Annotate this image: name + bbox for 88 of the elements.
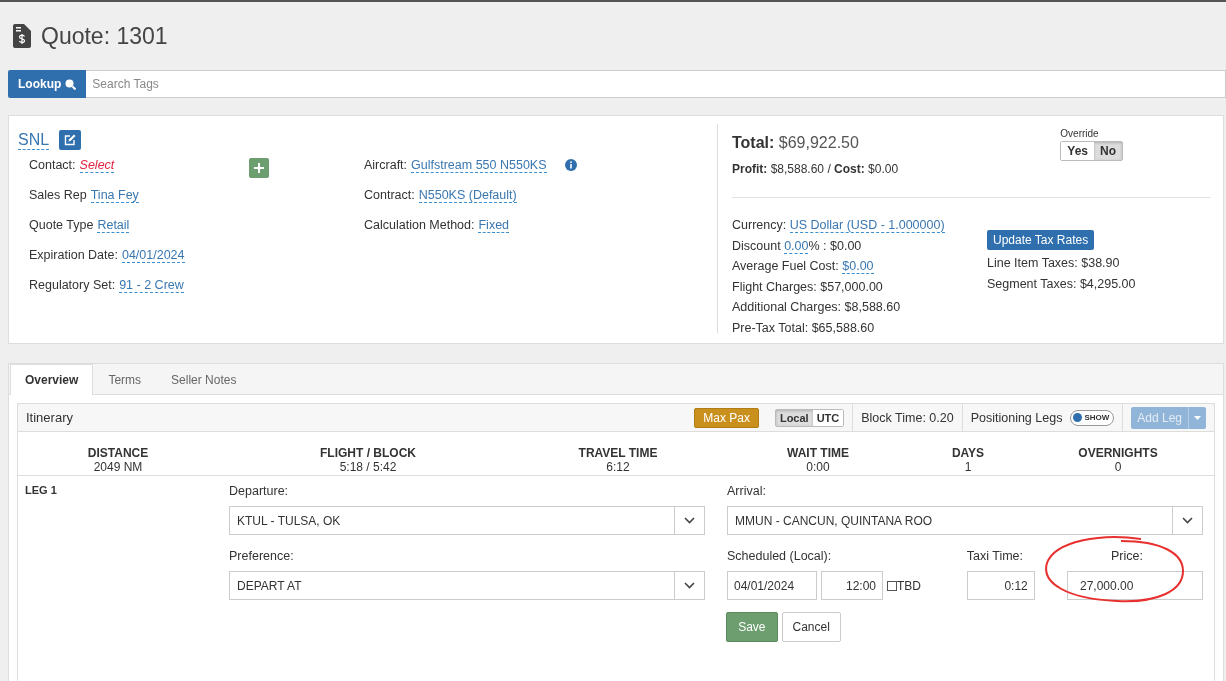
positioning-legs-toggle[interactable]: SHOW <box>1070 409 1115 426</box>
charge-label: Discount <box>732 238 782 253</box>
save-button[interactable]: Save <box>726 612 778 642</box>
info-icon[interactable] <box>564 159 577 171</box>
charge-label: Currency: <box>732 218 788 232</box>
field-value-link[interactable]: Gulfstream 550 N550KS <box>411 158 547 173</box>
price-input[interactable]: 27,000.00 <box>1067 571 1203 600</box>
field-label: Preference: <box>229 549 295 563</box>
stat-label: WAIT TIME <box>787 446 849 460</box>
stat-value: 1 <box>964 460 972 474</box>
charge-label: Average Fuel Cost: <box>732 259 840 273</box>
field-label: Contract: <box>364 188 415 202</box>
field-label: Arrival: <box>727 484 767 498</box>
stat-value: 5:18 / 5:42 <box>339 460 397 474</box>
override-label: Override <box>1060 128 1099 139</box>
tbd-checkbox[interactable] <box>887 580 897 591</box>
date-input[interactable]: 04/01/2024 <box>727 571 817 600</box>
field-label: Departure: <box>229 484 290 498</box>
lookup-button[interactable]: Lookup <box>8 70 87 98</box>
tab[interactable]: Seller Notes <box>156 364 252 395</box>
tax-line: Segment Taxes: $4,295.00 <box>987 276 1136 293</box>
field-label: Quote Type <box>29 218 94 232</box>
field-label: Contact: <box>29 158 76 172</box>
edit-icon <box>64 134 77 146</box>
stat-value: 0:00 <box>806 460 830 474</box>
field-label: Expiration Date: <box>29 248 118 262</box>
stat-label: OVERNIGHTS <box>1078 446 1158 460</box>
block-time-text: Block Time: 0.20 <box>861 410 954 425</box>
field-value-link[interactable]: 91 - 2 Crew <box>119 278 184 293</box>
chevron-down-icon <box>684 582 695 589</box>
client-name-link[interactable]: SNL <box>18 130 50 150</box>
field-value-link[interactable]: 04/01/2024 <box>121 248 185 263</box>
stat-label: DAYS <box>951 446 985 460</box>
field-value-link[interactable]: Fixed <box>478 218 510 233</box>
charge-line: Flight Charges: $57,000.00 <box>732 279 884 296</box>
time-mode-option[interactable]: Local <box>775 409 813 426</box>
taxi-time-input[interactable]: 0:12 <box>966 571 1035 600</box>
departure-select[interactable]: KTUL - TULSA, OK <box>229 506 705 535</box>
stat-value: 2049 NM <box>93 460 143 474</box>
field-label: Aircraft: <box>364 158 408 172</box>
field-label: Price: <box>1110 549 1144 563</box>
charge-value-link[interactable]: 0.00 <box>784 238 809 254</box>
tbd-label: TBD <box>897 578 921 593</box>
caret-icon <box>1194 415 1201 420</box>
field-value-link[interactable]: Tina Fey <box>90 188 139 203</box>
charge-value-link[interactable]: US Dollar (USD - 1.000000) <box>789 218 945 233</box>
search-icon <box>65 78 77 90</box>
update-tax-rates-button[interactable]: Update Tax Rates <box>987 230 1095 250</box>
stat-label: TRAVEL TIME <box>578 446 658 460</box>
field-value-link[interactable]: Select <box>79 158 115 173</box>
add-button[interactable] <box>249 158 269 178</box>
max-pax-button[interactable]: Max Pax <box>694 407 759 428</box>
field-label: Calculation Method: <box>364 218 475 232</box>
plus-icon <box>254 163 264 173</box>
stat-value: 0 <box>1114 460 1122 474</box>
field-value-link[interactable]: Retail <box>97 218 130 233</box>
search-field[interactable]: Search Tags <box>86 70 1226 98</box>
profit-cost-text: Profit: $8,588.60 / Cost: $0.00 <box>732 162 899 176</box>
document-dollar-icon <box>13 24 31 48</box>
total-amount: Total: $69,922.50 <box>732 134 860 152</box>
tax-line: Line Item Taxes: $38.90 <box>987 256 1121 272</box>
time-input[interactable]: 12:00 <box>821 571 883 600</box>
chevron-down-icon <box>1182 517 1193 524</box>
field-label: Scheduled (Local): <box>727 549 833 563</box>
override-option[interactable]: No <box>1094 142 1122 160</box>
edit-button[interactable] <box>59 130 82 150</box>
charge-value-link[interactable]: $0.00 <box>842 259 874 274</box>
itinerary-title: Itinerary <box>26 410 74 425</box>
charge-line: Additional Charges: $8,588.60 <box>732 300 902 316</box>
charge-line: Pre-Tax Total: $65,588.60 <box>732 320 876 337</box>
arrival-select[interactable]: MMUN - CANCUN, QUINTANA ROO <box>727 506 1203 535</box>
field-value-link[interactable]: N550KS (Default) <box>418 188 517 203</box>
stat-label: FLIGHT / BLOCK <box>320 446 416 460</box>
field-label: Sales Rep <box>29 188 87 202</box>
stat-label: DISTANCE <box>87 446 149 460</box>
field-label: Taxi Time: <box>966 549 1024 563</box>
field-label: Regulatory Set: <box>29 278 116 292</box>
time-mode-option[interactable]: UTC <box>812 409 844 426</box>
stat-value: 6:12 <box>606 460 630 474</box>
cancel-button[interactable]: Cancel <box>781 612 841 642</box>
positioning-legs-label: Positioning Legs <box>970 410 1063 425</box>
tab[interactable]: Overview <box>10 364 94 395</box>
charge-amount: % : $0.00 <box>808 238 862 253</box>
preference-select[interactable]: DEPART AT <box>229 571 705 600</box>
tab[interactable]: Terms <box>93 364 157 395</box>
chevron-down-icon <box>684 517 695 524</box>
page-title: Quote: 1301 <box>41 22 168 50</box>
leg-label: LEG 1 <box>25 484 58 498</box>
